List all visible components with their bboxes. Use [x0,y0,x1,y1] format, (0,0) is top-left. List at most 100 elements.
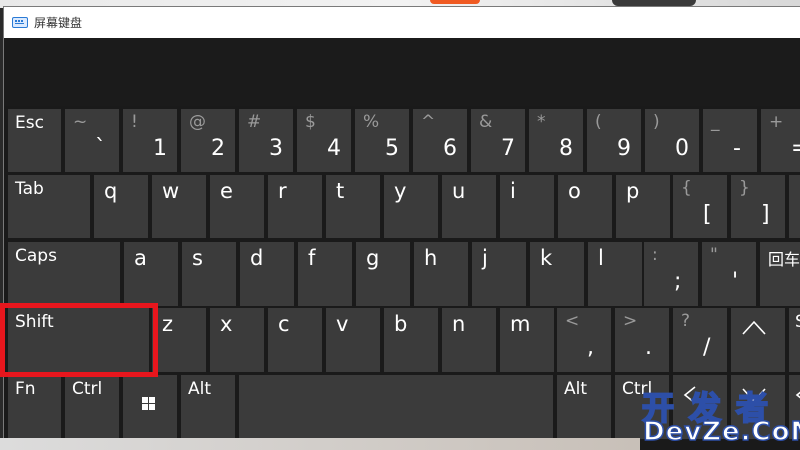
key-letter-f[interactable]: f [298,242,352,306]
key-num-4[interactable]: $4 [297,109,351,172]
key-esc[interactable]: Esc [8,109,61,172]
key-letter-w[interactable]: w [152,175,206,238]
key-shift-symbol: @ [189,112,206,132]
key-letter: i [510,179,516,203]
key-shift-symbol: ~ [73,112,88,132]
key-letter-y[interactable]: y [384,175,438,238]
key-letter-b[interactable]: b [384,308,438,372]
key-letter-r[interactable]: r [268,175,322,238]
key-symbol: 1 [153,136,167,161]
key-letter: z [162,312,174,336]
key-label: Ctrl [72,379,103,399]
key-letter-v[interactable]: v [326,308,380,372]
key-num-11[interactable]: _ - [703,109,757,172]
key-shift-symbol: > [623,311,638,331]
key-shift-symbol: : [652,245,658,265]
key-symbol: [ [703,202,712,227]
key-alt-right[interactable]: Alt [557,375,611,439]
key-arrow-up[interactable] [731,308,785,372]
key-label: Tab [15,179,44,199]
key-num-8[interactable]: * 8 [529,109,583,172]
key-letter: h [424,246,438,270]
keyboard-top-area [4,38,800,106]
key-letter: r [278,179,287,203]
key-shift-symbol: { [681,178,692,198]
key-shift-symbol: & [479,112,493,132]
background-accent [430,0,480,4]
key-num-9[interactable]: (9 [587,109,641,172]
key-num-3[interactable]: #3 [239,109,293,172]
key-enter[interactable]: 回车 [760,242,800,306]
key-backslash[interactable] [789,175,800,238]
key-label: 回车 [768,250,800,269]
key-num-0[interactable]: ~ ` [65,109,119,172]
title-bar[interactable]: 屏幕键盘 [4,7,800,38]
key-quote[interactable]: " ' [702,242,756,306]
key-letter-z[interactable]: z [152,308,206,372]
key-letter-k[interactable]: k [530,242,584,306]
key-letter: d [250,246,264,270]
key-letter: b [394,312,408,336]
key-caps-lock[interactable]: Caps [8,242,120,306]
key-letter: x [220,312,233,336]
key-letter-g[interactable]: g [356,242,410,306]
key-symbol: 5 [385,136,399,161]
key-letter: n [452,312,466,336]
key-letter-m[interactable]: m [500,308,554,372]
key-num-1[interactable]: ! 1 [123,109,177,172]
key-letter: e [220,179,233,203]
key-letter: a [134,246,147,270]
key-comma[interactable]: < , [557,308,611,372]
key-num-5[interactable]: % 5 [355,109,409,172]
key-letter-q[interactable]: q [94,175,148,238]
key-letter-u[interactable]: u [442,175,496,238]
key-letter-o[interactable]: o [558,175,612,238]
key-symbol: 4 [327,136,341,161]
arrow-up-icon [742,320,766,335]
key-symbol: ] [761,202,770,227]
key-fn[interactable]: Fn [8,375,61,439]
background-avatar [612,0,696,6]
key-label: Fn [15,379,36,399]
key-label: Alt [188,379,212,399]
key-space[interactable] [239,375,553,439]
key-letter-t[interactable]: t [326,175,380,238]
key-windows[interactable] [123,375,177,439]
key-shift-right[interactable]: S [789,308,800,372]
key-letter: p [626,179,640,203]
key-letter-n[interactable]: n [442,308,496,372]
key-period[interactable]: > . [615,308,669,372]
key-letter-p[interactable]: p [616,175,670,238]
key-num-7[interactable]: & 7 [471,109,525,172]
key-alt-left[interactable]: Alt [181,375,235,439]
key-num-2[interactable]: @2 [181,109,235,172]
key-slash[interactable]: ? / [673,308,727,372]
key-num-12[interactable]: += [761,109,800,172]
key-letter-x[interactable]: x [210,308,264,372]
key-semicolon[interactable]: : ; [644,242,698,306]
key-shift-symbol: + [769,112,784,132]
key-letter: u [452,179,466,203]
key-tab[interactable]: Tab [8,175,90,238]
key-shift-symbol: # [247,112,262,132]
key-ctrl-left[interactable]: Ctrl [65,375,119,439]
key-bracket-left[interactable]: { [ [673,175,727,238]
key-letter-l[interactable]: l [588,242,642,306]
key-letter-i[interactable]: i [500,175,554,238]
key-letter-c[interactable]: c [268,308,322,372]
key-letter-a[interactable]: a [124,242,178,306]
key-num-10[interactable]: ) 0 [645,109,699,172]
key-letter-h[interactable]: h [414,242,468,306]
shift-key-highlight [0,303,158,377]
key-letter-s[interactable]: s [182,242,236,306]
key-bracket-right[interactable]: } ] [731,175,785,238]
key-num-6[interactable]: ^ 6 [413,109,467,172]
key-symbol: = [791,136,800,161]
key-symbol: / [703,335,711,360]
key-symbol: 9 [617,136,631,161]
key-label: Alt [564,379,588,399]
key-letter-d[interactable]: d [240,242,294,306]
key-letter-e[interactable]: e [210,175,264,238]
key-letter: k [540,246,553,270]
key-letter-j[interactable]: j [472,242,526,306]
